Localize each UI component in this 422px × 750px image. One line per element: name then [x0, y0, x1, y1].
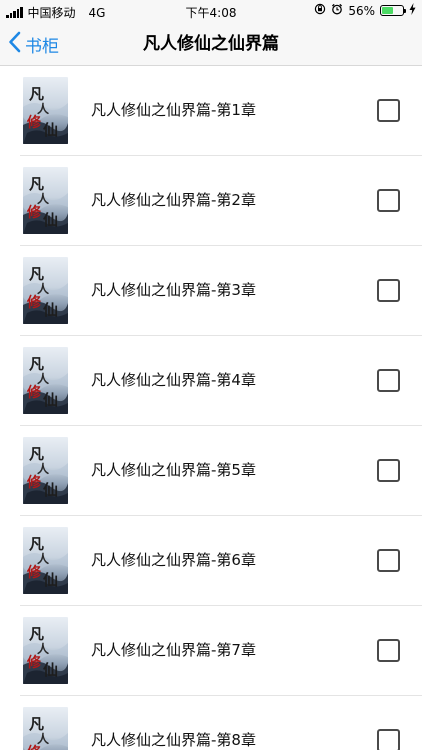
- battery-icon: [380, 5, 406, 16]
- svg-text:凡: 凡: [29, 85, 44, 103]
- chapter-row[interactable]: 凡 人 修 仙 凡人修仙之仙界篇-第2章: [20, 156, 422, 246]
- svg-text:仙: 仙: [43, 211, 58, 229]
- charging-icon: [409, 3, 416, 18]
- orientation-lock-icon: [314, 3, 326, 18]
- chapter-title: 凡人修仙之仙界篇-第4章: [91, 371, 256, 389]
- chapter-checkbox[interactable]: [377, 369, 400, 392]
- status-right: 56%: [314, 3, 416, 18]
- svg-text:凡: 凡: [29, 625, 44, 643]
- svg-text:修: 修: [26, 294, 42, 311]
- svg-text:修: 修: [26, 474, 42, 491]
- chapter-checkbox[interactable]: [377, 729, 400, 750]
- book-cover-image: 凡 人 修 仙: [23, 707, 68, 750]
- chapter-title: 凡人修仙之仙界篇-第2章: [91, 191, 256, 209]
- chapter-row[interactable]: 凡 人 修 仙 凡人修仙之仙界篇-第7章: [20, 606, 422, 696]
- chapter-title: 凡人修仙之仙界篇-第5章: [91, 461, 256, 479]
- svg-text:人: 人: [37, 101, 50, 116]
- svg-text:仙: 仙: [43, 391, 58, 409]
- chapter-checkbox[interactable]: [377, 279, 400, 302]
- chapter-checkbox[interactable]: [377, 99, 400, 122]
- svg-text:人: 人: [37, 281, 50, 296]
- svg-text:凡: 凡: [29, 175, 44, 193]
- svg-text:修: 修: [26, 114, 42, 131]
- svg-text:人: 人: [37, 191, 50, 206]
- chapter-row[interactable]: 凡 人 修 仙 凡人修仙之仙界篇-第6章: [20, 516, 422, 606]
- book-cover-image: 凡 人 修 仙: [23, 527, 68, 594]
- chapter-title: 凡人修仙之仙界篇-第3章: [91, 281, 256, 299]
- svg-text:凡: 凡: [29, 265, 44, 283]
- svg-text:仙: 仙: [43, 481, 58, 499]
- screen: 中国移动 4G 下午4:08 56% 书柜 凡人修仙之仙界篇 凡 人 修 仙 凡…: [0, 0, 422, 750]
- status-bar: 中国移动 4G 下午4:08 56%: [0, 0, 422, 22]
- chapter-row[interactable]: 凡 人 修 仙 凡人修仙之仙界篇-第8章: [20, 696, 422, 750]
- svg-text:人: 人: [37, 551, 50, 566]
- alarm-icon: [331, 3, 343, 18]
- book-cover-image: 凡 人 修 仙: [23, 437, 68, 504]
- svg-text:仙: 仙: [43, 571, 58, 589]
- chapter-row[interactable]: 凡 人 修 仙 凡人修仙之仙界篇-第5章: [20, 426, 422, 516]
- svg-text:修: 修: [26, 564, 42, 581]
- svg-text:凡: 凡: [29, 535, 44, 553]
- chapter-title: 凡人修仙之仙界篇-第6章: [91, 551, 256, 569]
- battery-percent: 56%: [348, 3, 375, 18]
- svg-text:凡: 凡: [29, 715, 44, 733]
- svg-text:人: 人: [37, 461, 50, 476]
- chapter-title: 凡人修仙之仙界篇-第1章: [91, 101, 256, 119]
- svg-text:仙: 仙: [43, 121, 58, 139]
- chapter-checkbox[interactable]: [377, 549, 400, 572]
- chapter-title: 凡人修仙之仙界篇-第8章: [91, 731, 256, 749]
- chapter-row[interactable]: 凡 人 修 仙 凡人修仙之仙界篇-第4章: [20, 336, 422, 426]
- book-cover-image: 凡 人 修 仙: [23, 257, 68, 324]
- svg-text:凡: 凡: [29, 355, 44, 373]
- svg-text:凡: 凡: [29, 445, 44, 463]
- svg-text:修: 修: [26, 654, 42, 671]
- book-cover-image: 凡 人 修 仙: [23, 347, 68, 414]
- chapter-row[interactable]: 凡 人 修 仙 凡人修仙之仙界篇-第1章: [20, 66, 422, 156]
- navigation-bar: 书柜 凡人修仙之仙界篇: [0, 22, 422, 66]
- svg-text:修: 修: [26, 204, 42, 221]
- svg-text:人: 人: [37, 371, 50, 386]
- svg-text:人: 人: [37, 731, 50, 746]
- chapter-list: 凡 人 修 仙 凡人修仙之仙界篇-第1章 凡 人 修 仙 凡人修仙之仙界篇-第2…: [0, 66, 422, 750]
- chapter-title: 凡人修仙之仙界篇-第7章: [91, 641, 256, 659]
- svg-text:仙: 仙: [43, 661, 58, 679]
- svg-text:仙: 仙: [43, 301, 58, 319]
- chapter-row[interactable]: 凡 人 修 仙 凡人修仙之仙界篇-第3章: [20, 246, 422, 336]
- chapter-checkbox[interactable]: [377, 639, 400, 662]
- svg-text:人: 人: [37, 641, 50, 656]
- page-title: 凡人修仙之仙界篇: [143, 34, 279, 54]
- chapter-checkbox[interactable]: [377, 189, 400, 212]
- svg-text:修: 修: [26, 744, 42, 750]
- book-cover-image: 凡 人 修 仙: [23, 167, 68, 234]
- book-cover-image: 凡 人 修 仙: [23, 77, 68, 144]
- book-cover-image: 凡 人 修 仙: [23, 617, 68, 684]
- chapter-checkbox[interactable]: [377, 459, 400, 482]
- svg-text:修: 修: [26, 384, 42, 401]
